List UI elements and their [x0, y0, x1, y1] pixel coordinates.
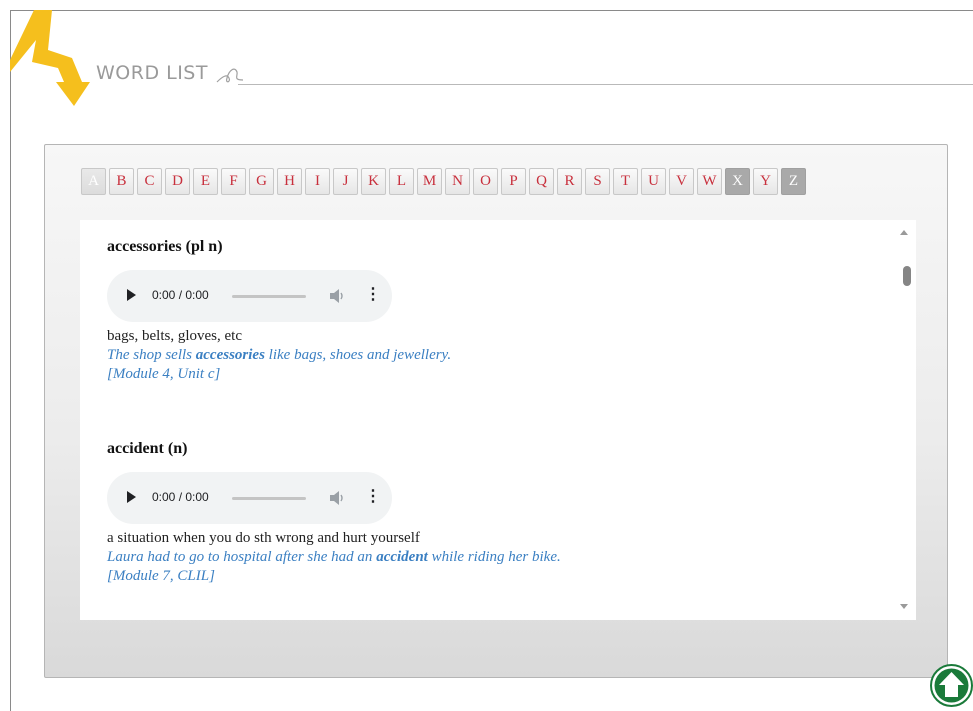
entry-word: accident (n)	[107, 440, 188, 457]
audio-time: 0:00 / 0:00	[152, 490, 209, 504]
entry-example: The shop sells accessories like bags, sh…	[107, 347, 452, 363]
scroll-down-arrow[interactable]	[900, 604, 908, 609]
letter-button-y[interactable]: Y	[753, 168, 778, 195]
audio-progress-slider[interactable]	[232, 295, 306, 298]
letter-button-e[interactable]: E	[193, 168, 218, 195]
list-item: accessories (pl n) 0:00 / 0:00 ⋮ bags, b…	[107, 238, 451, 383]
letter-button-c[interactable]: C	[137, 168, 162, 195]
entry-word: accessories (pl n)	[107, 238, 223, 255]
volume-icon[interactable]	[329, 489, 345, 507]
letter-button-f[interactable]: F	[221, 168, 246, 195]
letter-button-a[interactable]: A	[81, 168, 106, 195]
letter-button-p[interactable]: P	[501, 168, 526, 195]
letter-button-t[interactable]: T	[613, 168, 638, 195]
lightning-bolt-icon	[10, 10, 90, 106]
example-keyword: accessories	[195, 347, 265, 363]
entry-reference: [Module 4, Unit c]	[107, 366, 221, 382]
letter-button-g[interactable]: G	[249, 168, 274, 195]
play-icon[interactable]	[127, 491, 136, 503]
letter-button-k[interactable]: K	[361, 168, 386, 195]
letter-button-b[interactable]: B	[109, 168, 134, 195]
entry-reference: [Module 7, CLIL]	[107, 568, 215, 584]
alphabet-bar: ABCDEFGHIJKLMNOPQRSTUVWXYZ	[81, 168, 806, 195]
title-divider	[238, 84, 973, 85]
letter-button-h[interactable]: H	[277, 168, 302, 195]
letter-button-d[interactable]: D	[165, 168, 190, 195]
audio-progress-slider[interactable]	[232, 497, 306, 500]
audio-player[interactable]: 0:00 / 0:00 ⋮	[107, 270, 392, 322]
play-icon[interactable]	[127, 289, 136, 301]
letter-button-j[interactable]: J	[333, 168, 358, 195]
title-flourish-icon	[216, 68, 244, 83]
entry-definition: a situation when you do sth wrong and hu…	[107, 530, 420, 546]
entry-definition: bags, belts, gloves, etc	[107, 328, 242, 344]
letter-button-x[interactable]: X	[725, 168, 750, 195]
scroll-up-arrow[interactable]	[900, 230, 908, 235]
letter-button-n[interactable]: N	[445, 168, 470, 195]
more-vertical-icon[interactable]: ⋮	[365, 285, 381, 305]
volume-icon[interactable]	[329, 287, 345, 305]
example-keyword: accident	[376, 549, 428, 565]
word-list[interactable]: accessories (pl n) 0:00 / 0:00 ⋮ bags, b…	[80, 220, 916, 620]
letter-button-u[interactable]: U	[641, 168, 666, 195]
home-icon[interactable]	[930, 664, 973, 707]
audio-time: 0:00 / 0:00	[152, 288, 209, 302]
letter-button-l[interactable]: L	[389, 168, 414, 195]
letter-button-r[interactable]: R	[557, 168, 582, 195]
letter-button-v[interactable]: V	[669, 168, 694, 195]
letter-button-o[interactable]: O	[473, 168, 498, 195]
list-item: accident (n) 0:00 / 0:00 ⋮ a situation w…	[107, 440, 561, 585]
letter-button-m[interactable]: M	[417, 168, 442, 195]
scrollbar-thumb[interactable]	[903, 266, 911, 286]
letter-button-w[interactable]: W	[697, 168, 722, 195]
letter-button-i[interactable]: I	[305, 168, 330, 195]
entry-example: Laura had to go to hospital after she ha…	[107, 549, 561, 565]
audio-player[interactable]: 0:00 / 0:00 ⋮	[107, 472, 392, 524]
letter-button-q[interactable]: Q	[529, 168, 554, 195]
letter-button-z[interactable]: Z	[781, 168, 806, 195]
more-vertical-icon[interactable]: ⋮	[365, 487, 381, 507]
letter-button-s[interactable]: S	[585, 168, 610, 195]
page-title: WORD LIST	[96, 62, 208, 84]
